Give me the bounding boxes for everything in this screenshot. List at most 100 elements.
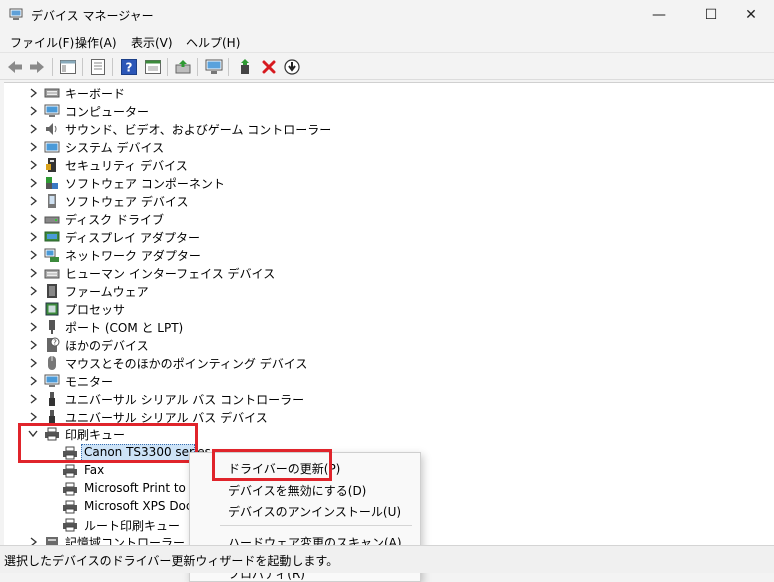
- chevron-right-icon[interactable]: [28, 411, 38, 423]
- menu-bar: ファイル(F) 操作(A) 表示(V) ヘルプ(H): [0, 30, 774, 52]
- tree-category-label: ソフトウェア デバイス: [65, 195, 189, 209]
- tree-category-item[interactable]: ユニバーサル シリアル バス コントローラー: [4, 390, 564, 408]
- tree-category-label: ネットワーク アダプター: [65, 249, 201, 263]
- tree-category-item[interactable]: ソフトウェア コンポーネント: [4, 174, 564, 192]
- update-driver-icon[interactable]: [173, 57, 193, 77]
- menu-file[interactable]: ファイル(F): [10, 34, 74, 51]
- tree-category-item[interactable]: ポート (COM と LPT): [4, 318, 564, 336]
- tree-category-label: ファームウェア: [65, 285, 149, 299]
- chevron-right-icon[interactable]: [28, 339, 38, 351]
- tree-category-item[interactable]: プロセッサ: [4, 300, 564, 318]
- menu-view[interactable]: 表示(V): [131, 34, 173, 51]
- disable-icon[interactable]: [282, 57, 302, 77]
- toolbar-separator: [228, 58, 229, 76]
- context-uninstall-device[interactable]: デバイスのアンインストール(U): [228, 503, 401, 520]
- network-adapter-icon: [44, 248, 59, 262]
- tree-category-item[interactable]: ディスク ドライブ: [4, 210, 564, 228]
- toolbar-separator: [197, 58, 198, 76]
- device-manager-icon: [9, 8, 23, 20]
- tree-category-label: サウンド、ビデオ、およびゲーム コントローラー: [65, 123, 332, 137]
- close-button[interactable]: ✕: [728, 0, 774, 30]
- tree-device-label: ルート印刷キュー: [84, 519, 181, 533]
- menu-action[interactable]: 操作(A): [75, 34, 117, 51]
- chevron-right-icon[interactable]: [28, 375, 38, 387]
- software-device-icon: [48, 194, 56, 208]
- printer-icon: [63, 500, 77, 514]
- tree-category-label: セキュリティ デバイス: [65, 159, 188, 173]
- tree-category-label: ポート (COM と LPT): [65, 321, 184, 335]
- back-icon[interactable]: [5, 57, 25, 77]
- tree-category-item[interactable]: コンピューター: [4, 102, 564, 120]
- chevron-right-icon[interactable]: [28, 357, 38, 369]
- chevron-right-icon[interactable]: [28, 177, 38, 189]
- tree-category-item[interactable]: ソフトウェア デバイス: [4, 192, 564, 210]
- toolbar-separator: [167, 58, 168, 76]
- forward-icon[interactable]: [27, 57, 47, 77]
- context-separator: [220, 525, 412, 526]
- add-driver-icon[interactable]: [235, 57, 255, 77]
- tree-category-label: ソフトウェア コンポーネント: [65, 177, 225, 191]
- chevron-right-icon[interactable]: [28, 285, 38, 297]
- tree-device-label: Microsoft XPS Docu: [84, 499, 201, 513]
- svg-text:?: ?: [126, 61, 133, 75]
- chevron-right-icon[interactable]: [28, 393, 38, 405]
- chevron-right-icon[interactable]: [28, 249, 38, 261]
- tree-category-item[interactable]: モニター: [4, 372, 564, 390]
- tree-category-item[interactable]: ネットワーク アダプター: [4, 246, 564, 264]
- storage-controller-icon: [46, 537, 58, 545]
- tree-category-item[interactable]: サウンド、ビデオ、およびゲーム コントローラー: [4, 120, 564, 138]
- menu-help[interactable]: ヘルプ(H): [186, 34, 240, 51]
- tree-category-item[interactable]: キーボード: [4, 84, 564, 102]
- tree-category-item[interactable]: ? ほかのデバイス: [4, 336, 564, 354]
- tree-category-item[interactable]: マウスとそのほかのポインティング デバイス: [4, 354, 564, 372]
- firmware-icon: [47, 284, 57, 298]
- printer-icon: [63, 518, 77, 532]
- monitor-icon: [44, 374, 60, 387]
- tree-category-item[interactable]: システム デバイス: [4, 138, 564, 156]
- uninstall-icon[interactable]: [259, 57, 279, 77]
- highlight-box-update-driver: [212, 449, 332, 481]
- chevron-right-icon[interactable]: [28, 213, 38, 225]
- show-hide-tree-icon[interactable]: [58, 57, 78, 77]
- tree-category-label: ヒューマン インターフェイス デバイス: [65, 267, 276, 281]
- system-device-icon: [44, 141, 60, 153]
- chevron-right-icon[interactable]: [28, 303, 38, 315]
- tree-device-label: Microsoft Print to P: [84, 481, 197, 495]
- keyboard-icon: [44, 88, 60, 98]
- tree-category-label: ディスク ドライブ: [65, 213, 164, 227]
- context-disable-device[interactable]: デバイスを無効にする(D): [228, 482, 366, 499]
- highlight-box-print-queue: [18, 423, 198, 463]
- chevron-right-icon[interactable]: [28, 105, 38, 117]
- speaker-icon: [46, 123, 57, 135]
- tree-category-item[interactable]: セキュリティ デバイス: [4, 156, 564, 174]
- chevron-right-icon[interactable]: [28, 536, 38, 545]
- chevron-right-icon[interactable]: [28, 231, 38, 243]
- minimize-button[interactable]: —: [636, 0, 682, 30]
- chevron-right-icon[interactable]: [28, 195, 38, 207]
- chevron-right-icon[interactable]: [28, 321, 38, 333]
- tree-category-item[interactable]: ヒューマン インターフェイス デバイス: [4, 264, 564, 282]
- tree-category-item[interactable]: ファームウェア: [4, 282, 564, 300]
- chevron-right-icon[interactable]: [28, 267, 38, 279]
- printer-icon: [63, 464, 77, 478]
- title-bar: デバイス マネージャー — ☐ ✕: [0, 0, 774, 30]
- computer-icon: [44, 104, 60, 117]
- scan-hardware-icon[interactable]: [204, 57, 224, 77]
- tree-category-label: マウスとそのほかのポインティング デバイス: [65, 357, 308, 371]
- tree-category-label: コンピューター: [65, 105, 150, 119]
- toolbar-separator: [112, 58, 113, 76]
- tree-category-item[interactable]: ディスプレイ アダプター: [4, 228, 564, 246]
- svg-text:?: ?: [53, 339, 57, 347]
- mouse-icon: [48, 356, 56, 370]
- port-icon: [49, 320, 55, 334]
- tree-category-label: モニター: [65, 375, 114, 389]
- tree-category-label: システム デバイス: [65, 141, 165, 155]
- chevron-right-icon[interactable]: [28, 123, 38, 135]
- status-text: 選択したデバイスのドライバー更新ウィザードを起動します。: [4, 554, 339, 568]
- chevron-right-icon[interactable]: [28, 159, 38, 171]
- view-icon[interactable]: [143, 57, 163, 77]
- chevron-right-icon[interactable]: [28, 87, 38, 99]
- properties-icon[interactable]: [88, 57, 108, 77]
- help-icon[interactable]: ?: [119, 57, 139, 77]
- chevron-right-icon[interactable]: [28, 141, 38, 153]
